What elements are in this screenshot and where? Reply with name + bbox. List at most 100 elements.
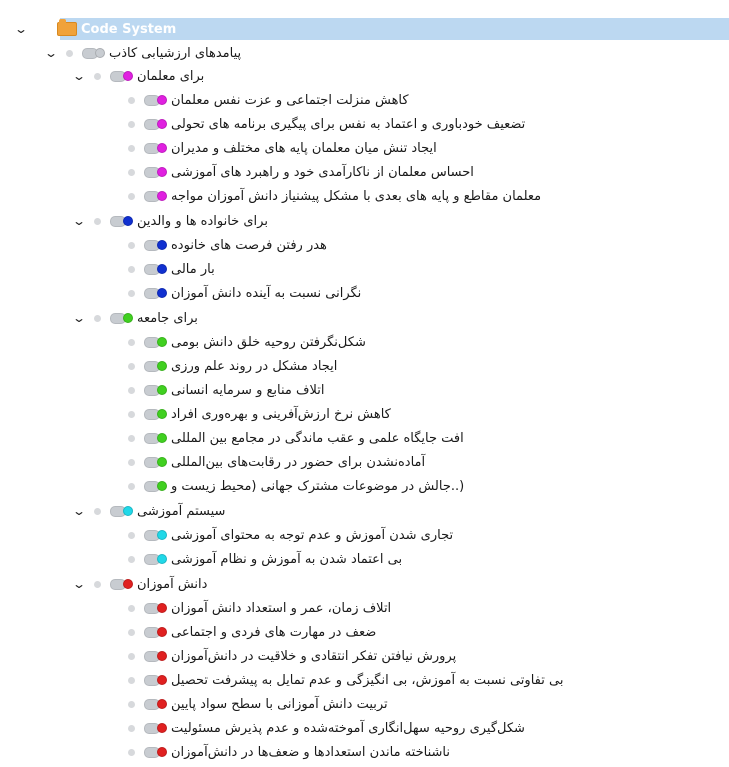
node-label: سیستم آموزشی xyxy=(137,503,226,519)
code-icon xyxy=(144,698,167,710)
tree-leaf[interactable]: ایجاد تنش میان معلمان پایه های مختلف و م… xyxy=(128,137,437,159)
tree-leaf[interactable]: نگرانی نسبت به آینده دانش آموزان xyxy=(128,282,361,304)
node-label: دانش آموزان xyxy=(137,576,208,592)
dot-icon xyxy=(128,531,135,539)
chevron-down-icon[interactable]: ⌄ xyxy=(41,46,61,60)
dot-icon xyxy=(94,580,101,588)
leaf-label: افت جایگاه علمی و عقب ماندگی در مجامع بی… xyxy=(171,430,464,446)
dot-icon xyxy=(128,748,135,756)
tree-leaf[interactable]: افت جایگاه علمی و عقب ماندگی در مجامع بی… xyxy=(128,427,464,449)
dot-icon xyxy=(128,386,135,394)
dot-icon xyxy=(128,289,135,297)
leaf-label: بی اعتماد شدن به آموزش و نظام آموزشی xyxy=(171,551,403,567)
leaf-label: پرورش نیافتن تفکر انتقادی و خلاقیت در دا… xyxy=(171,648,457,664)
tree-leaf[interactable]: تضعیف خودباوری و اعتماد به نفس برای پیگی… xyxy=(128,113,525,135)
tree-leaf[interactable]: بی اعتماد شدن به آموزش و نظام آموزشی xyxy=(128,548,402,570)
tree-leaf[interactable]: آماده‌نشدن برای حضور در رقابت‌های بین‌ال… xyxy=(128,451,425,473)
leaf-label: ناشناخته ماندن استعدادها و ضعف‌ها در دان… xyxy=(171,744,450,760)
chevron-down-icon[interactable]: ⌄ xyxy=(69,504,89,518)
code-icon xyxy=(144,746,167,758)
leaf-label: احساس معلمان از ناکارآمدی خود و راهبرد ه… xyxy=(171,164,474,180)
leaf-label: ایجاد تنش میان معلمان پایه های مختلف و م… xyxy=(171,140,437,156)
tree-leaf[interactable]: هدر رفتن فرصت های خانوده xyxy=(128,234,327,256)
tree-leaf[interactable]: ضعف در مهارت های فردی و اجتماعی xyxy=(128,621,376,643)
tree-leaf[interactable]: پرورش نیافتن تفکر انتقادی و خلاقیت در دا… xyxy=(128,645,456,667)
dot-icon xyxy=(128,555,135,563)
chevron-down-icon[interactable]: ⌄ xyxy=(69,577,89,591)
dot-icon xyxy=(128,96,135,104)
tree-leaf[interactable]: معلمان مقاطع و پایه های بعدی با مشکل پیش… xyxy=(128,185,541,207)
dot-icon xyxy=(128,724,135,732)
code-icon xyxy=(144,602,167,614)
status-dot-icon xyxy=(46,25,53,33)
dot-icon xyxy=(128,241,135,249)
code-icon xyxy=(144,553,167,565)
root-node[interactable]: ⌄ Code System xyxy=(0,18,729,40)
leaf-label: تربیت دانش آموزانی با سطح سواد پایین xyxy=(171,696,388,712)
code-icon xyxy=(144,142,167,154)
tree-leaf[interactable]: کاهش نرخ ارزش‌آفرینی و بهره‌وری افراد xyxy=(128,403,391,425)
dot-icon xyxy=(94,314,101,322)
tree-leaf[interactable]: اتلاف زمان، عمر و استعداد دانش آموزان xyxy=(128,597,391,619)
tree-leaf[interactable]: کاهش منزلت اجتماعی و عزت نفس معلمان xyxy=(128,89,409,111)
tree-leaf[interactable]: تربیت دانش آموزانی با سطح سواد پایین xyxy=(128,693,388,715)
chevron-down-icon[interactable]: ⌄ xyxy=(69,311,89,325)
tree-node-society[interactable]: ⌄ برای جامعه xyxy=(72,307,198,329)
leaf-label: هدر رفتن فرصت های خانوده xyxy=(171,237,327,253)
leaf-label: بی تفاوتی نسبت به آموزش، بی انگیزگی و عد… xyxy=(171,672,564,688)
tree-leaf[interactable]: شکل‌نگرفتن روحیه خلق دانش بومی xyxy=(128,331,366,353)
node-label: برای جامعه xyxy=(137,310,198,326)
code-icon xyxy=(144,722,167,734)
code-icon xyxy=(144,674,167,686)
dot-icon xyxy=(128,410,135,418)
dot-icon xyxy=(128,676,135,684)
leaf-label: آماده‌نشدن برای حضور در رقابت‌های بین‌ال… xyxy=(171,454,426,470)
tree-node-teachers[interactable]: ⌄ برای معلمان xyxy=(72,65,204,87)
code-icon xyxy=(144,529,167,541)
leaf-label: ضعف در مهارت های فردی و اجتماعی xyxy=(171,624,377,640)
code-icon xyxy=(82,47,105,59)
leaf-label: کاهش منزلت اجتماعی و عزت نفس معلمان xyxy=(171,92,409,108)
node-label: برای خانواده ها و والدین xyxy=(137,213,268,229)
code-system-tree: ⌄ Code System ⌄ پیامدهای ارزشیابی کاذب ⌄… xyxy=(0,0,729,767)
tree-node-family[interactable]: ⌄ برای خانواده ها و والدین xyxy=(72,210,268,232)
tree-leaf[interactable]: بی تفاوتی نسبت به آموزش، بی انگیزگی و عد… xyxy=(128,669,563,691)
code-icon xyxy=(144,94,167,106)
dot-icon xyxy=(128,700,135,708)
leaf-label: (..جالش در موضوعات مشترک جهانی (محیط زیس… xyxy=(171,478,465,494)
code-icon xyxy=(110,505,133,517)
code-icon xyxy=(144,408,167,420)
chevron-down-icon[interactable]: ⌄ xyxy=(69,214,89,228)
chevron-down-icon[interactable]: ⌄ xyxy=(11,22,31,36)
code-icon xyxy=(144,626,167,638)
tree-leaf[interactable]: اتلاف منابع و سرمایه انسانی xyxy=(128,379,324,401)
code-icon xyxy=(144,432,167,444)
tree-leaf[interactable]: (..جالش در موضوعات مشترک جهانی (محیط زیس… xyxy=(128,475,464,497)
leaf-label: اتلاف منابع و سرمایه انسانی xyxy=(171,382,325,398)
tree-node-students[interactable]: ⌄ دانش آموزان xyxy=(72,573,207,595)
code-icon xyxy=(144,287,167,299)
tree-node-education[interactable]: ⌄ سیستم آموزشی xyxy=(72,500,225,522)
folder-icon xyxy=(57,19,77,36)
code-icon xyxy=(144,456,167,468)
code-icon xyxy=(144,336,167,348)
leaf-label: نگرانی نسبت به آینده دانش آموزان xyxy=(171,285,362,301)
tree-leaf[interactable]: احساس معلمان از ناکارآمدی خود و راهبرد ه… xyxy=(128,161,474,183)
code-icon xyxy=(144,650,167,662)
code-icon xyxy=(110,215,133,227)
dot-icon xyxy=(128,144,135,152)
tree-leaf[interactable]: بار مالی xyxy=(128,258,215,280)
tree-leaf[interactable]: شکل‌گیری روحیه سهل‌انگاری آموخته‌شده و ع… xyxy=(128,717,525,739)
tree-leaf[interactable]: تجاری شدن آموزش و عدم توجه به محتوای آمو… xyxy=(128,524,453,546)
tree-node-group1[interactable]: ⌄ پیامدهای ارزشیابی کاذب xyxy=(44,42,241,64)
leaf-label: تجاری شدن آموزش و عدم توجه به محتوای آمو… xyxy=(171,527,454,543)
code-icon xyxy=(144,166,167,178)
dot-icon xyxy=(128,458,135,466)
tree-leaf[interactable]: ایجاد مشکل در روند علم ورزی xyxy=(128,355,337,377)
chevron-down-icon[interactable]: ⌄ xyxy=(69,69,89,83)
code-icon xyxy=(144,239,167,251)
code-icon xyxy=(144,263,167,275)
dot-icon xyxy=(128,265,135,273)
dot-icon xyxy=(66,49,73,57)
tree-leaf[interactable]: ناشناخته ماندن استعدادها و ضعف‌ها در دان… xyxy=(128,741,450,763)
